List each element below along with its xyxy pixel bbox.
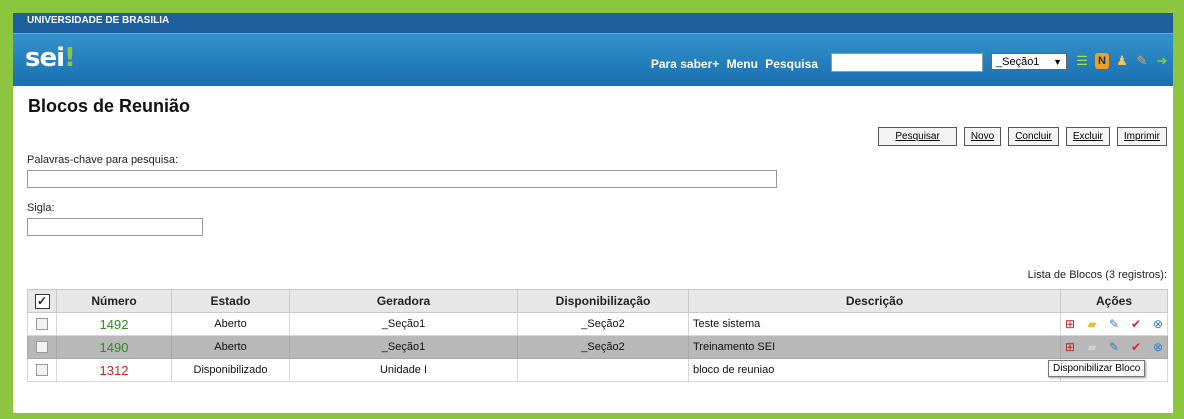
sigla-input[interactable]: [27, 218, 203, 236]
estado-cell: Aberto: [171, 335, 290, 359]
logo-suffix: !: [64, 43, 76, 73]
row-checkbox-cell: [27, 312, 57, 336]
novo-button[interactable]: Novo: [963, 127, 1002, 146]
edit-icon[interactable]: ✎: [1106, 339, 1122, 355]
top-search-input[interactable]: [831, 53, 983, 72]
select-all-header[interactable]: ✓: [27, 289, 57, 313]
header-descricao[interactable]: Descrição: [688, 289, 1061, 313]
header-geradora[interactable]: Geradora: [289, 289, 518, 313]
header: UNIVERSIDADE DE BRASILIA sei! Para saber…: [13, 13, 1173, 86]
tooltip: Disponibilizar Bloco: [1048, 360, 1146, 377]
chevron-down-icon: ▼: [1053, 57, 1062, 67]
cancel-icon[interactable]: ⊗: [1150, 316, 1166, 332]
header-numero[interactable]: Número: [56, 289, 172, 313]
user-icon[interactable]: ♟: [1115, 53, 1129, 69]
nav-pesquisa[interactable]: Pesquisa: [765, 57, 818, 71]
row-checkbox-cell: [27, 335, 57, 359]
header-disponibilizacao[interactable]: Disponibilização: [517, 289, 689, 313]
nav-menu[interactable]: Menu: [727, 57, 758, 71]
row-checkbox[interactable]: [36, 341, 48, 354]
descricao-value: Teste sistema: [693, 318, 761, 330]
blocks-table: ✓ Número Estado Geradora Disponibilizaçã…: [27, 289, 1168, 382]
numero-value[interactable]: 1490: [100, 340, 129, 355]
sei-logo[interactable]: sei!: [25, 43, 76, 73]
keywords-label: Palavras-chave para pesquisa:: [27, 154, 179, 166]
logo-main: sei: [25, 43, 65, 73]
row-actions: ⊞ ▰ ✎ ✔ ⊗: [1062, 339, 1166, 355]
row-checkbox-cell: [27, 358, 57, 382]
estado-value: Aberto: [214, 318, 247, 330]
geradora-cell: _Seção1: [289, 312, 518, 336]
estado-cell: Aberto: [171, 312, 290, 336]
row-checkbox[interactable]: [36, 318, 48, 331]
table-header-row: ✓ Número Estado Geradora Disponibilizaçã…: [27, 289, 1168, 313]
table-row[interactable]: 1492 Aberto _Seção1 _Seção2 Teste sistema ⊞ ▰ ✎…: [27, 312, 1168, 336]
page-title: Blocos de Reunião: [28, 96, 191, 116]
numero-cell: 1492: [56, 312, 172, 336]
row-actions: ⊞ ▰ ✎ ✔ ⊗: [1062, 316, 1166, 332]
check-icon[interactable]: ✔: [1128, 339, 1144, 355]
descricao-cell: Treinamento SEI: [688, 335, 1061, 359]
unit-select-value: _Seção1: [996, 56, 1040, 68]
numero-value[interactable]: 1312: [100, 363, 129, 378]
pesquisar-button[interactable]: Pesquisar: [878, 127, 957, 146]
table-row[interactable]: 1490 Aberto _Seção1 _Seção2 Treinamento SEI ⊞…: [27, 335, 1168, 359]
header-acoes: Ações: [1060, 289, 1168, 313]
estado-cell: Disponibilizado: [171, 358, 290, 382]
folder-icon[interactable]: ▰: [1084, 316, 1100, 332]
numero-cell: 1312: [56, 358, 172, 382]
keywords-input[interactable]: [27, 170, 777, 188]
descricao-value: bloco de reuniao: [693, 364, 775, 376]
nav-para-saber[interactable]: Para saber+: [651, 57, 719, 71]
acoes-cell: ⊞ ▰ ✎ ✔ ⊗: [1060, 312, 1168, 336]
acoes-cell: ⊞ ▰ ✎ ✔ ⊗: [1060, 335, 1168, 359]
geradora-cell: Unidade I: [289, 358, 518, 382]
excluir-button[interactable]: Excluir: [1065, 127, 1110, 146]
process-tree-icon[interactable]: ⊞: [1062, 339, 1078, 355]
folder-icon[interactable]: ▰: [1084, 339, 1100, 355]
disponibilizacao-value: _Seção2: [581, 341, 625, 353]
descricao-cell: Teste sistema: [688, 312, 1061, 336]
imprimir-button[interactable]: Imprimir: [1116, 127, 1167, 146]
numero-cell: 1490: [56, 335, 172, 359]
disponibilizacao-cell: _Seção2: [517, 312, 689, 336]
list-caption: Lista de Blocos (3 registros):: [1027, 269, 1167, 281]
geradora-value: Unidade I: [379, 364, 428, 376]
university-name: UNIVERSIDADE DE BRASILIA: [27, 15, 170, 26]
check-icon[interactable]: ✔: [1128, 316, 1144, 332]
row-checkbox[interactable]: [36, 364, 48, 377]
geradora-cell: _Seção1: [289, 335, 518, 359]
unit-select[interactable]: _Seção1 ▼: [991, 53, 1067, 70]
concluir-button[interactable]: Concluir: [1008, 127, 1059, 146]
sigla-label: Sigla:: [27, 202, 55, 214]
descricao-value: Treinamento SEI: [693, 341, 776, 353]
disponibilizacao-cell: _Seção2: [517, 335, 689, 359]
university-bar: UNIVERSIDADE DE BRASILIA: [13, 13, 1173, 34]
header-estado[interactable]: Estado: [171, 289, 290, 313]
wrench-icon[interactable]: ✎: [1135, 53, 1149, 69]
n-icon[interactable]: N: [1095, 53, 1109, 69]
header-icons: ☰ N ♟ ✎ ➜: [1075, 53, 1169, 69]
geradora-value: _Seção1: [381, 341, 426, 353]
descricao-cell: bloco de reuniao: [688, 358, 1061, 382]
cancel-icon[interactable]: ⊗: [1150, 339, 1166, 355]
app-window: UNIVERSIDADE DE BRASILIA sei! Para saber…: [13, 13, 1173, 413]
disponibilizacao-value: _Seção2: [581, 318, 625, 330]
numero-value[interactable]: 1492: [100, 317, 129, 332]
table-row[interactable]: 1312 Disponibilizado Unidade I bloco de reu…: [27, 358, 1168, 382]
estado-value: Aberto: [214, 341, 247, 353]
process-tree-icon[interactable]: ⊞: [1062, 316, 1078, 332]
select-all-checkbox[interactable]: ✓: [34, 293, 50, 309]
list-icon[interactable]: ☰: [1075, 53, 1089, 69]
exit-icon[interactable]: ➜: [1155, 53, 1169, 69]
toolbar: Pesquisar Novo Concluir Excluir Imprimir: [878, 127, 1167, 146]
disponibilizacao-cell: [517, 358, 689, 382]
geradora-value: _Seção1: [381, 318, 426, 330]
estado-value: Disponibilizado: [193, 364, 268, 376]
top-nav: Para saber+ Menu Pesquisa: [647, 57, 818, 71]
edit-icon[interactable]: ✎: [1106, 316, 1122, 332]
